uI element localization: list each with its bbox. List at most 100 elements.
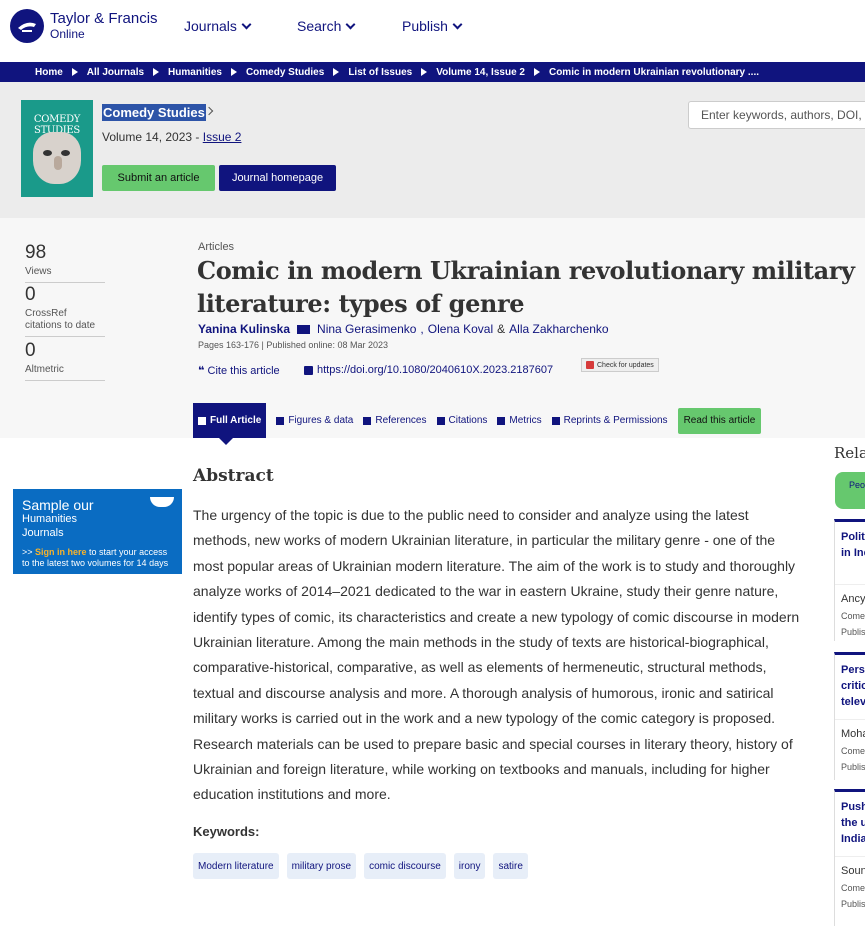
keyword-tag[interactable]: irony — [453, 853, 486, 879]
doi-link[interactable]: https://doi.org/10.1080/2040610X.2023.21… — [304, 364, 553, 376]
crumb-comedy-studies[interactable]: Comedy Studies — [246, 67, 324, 78]
keywords-heading: Keywords: — [193, 824, 260, 839]
active-tab-notch — [219, 438, 233, 445]
keyword-tag[interactable]: Modern literature — [193, 853, 279, 879]
tab-reprints[interactable]: Reprints & Permissions — [551, 415, 668, 426]
cite-article-link[interactable]: ❝ Cite this article — [198, 364, 280, 377]
crumb-home[interactable]: Home — [35, 67, 63, 78]
related-title: Push the u India — [835, 792, 865, 848]
triangle-right-icon — [421, 68, 428, 76]
triangle-right-icon — [533, 68, 540, 76]
search-input[interactable]: Enter keywords, authors, DOI, etc — [688, 101, 865, 129]
related-title-line: India — [841, 832, 865, 845]
quote-icon — [436, 416, 445, 425]
read-article-button[interactable]: Read this article — [677, 407, 762, 434]
tab-metrics[interactable]: Metrics — [497, 415, 542, 426]
related-article-card[interactable]: Push the u India Soun Come Publis — [834, 789, 865, 926]
crumb-issue[interactable]: Volume 14, Issue 2 — [436, 67, 525, 78]
people-also-read-tab[interactable]: Peo — [835, 472, 865, 509]
quote-icon: ❝ — [198, 365, 208, 377]
top-header: Taylor & Francis Online Journals Search … — [0, 0, 865, 62]
crumb-list-of-issues[interactable]: List of Issues — [348, 67, 412, 78]
crumb-humanities[interactable]: Humanities — [168, 67, 222, 78]
author-list: Yanina Kulinska Nina Gerasimenko, Olena … — [198, 322, 609, 336]
nav-journals[interactable]: Journals — [184, 18, 252, 34]
metric-value: 0 — [25, 340, 36, 361]
metric-label: CrossRef citations to date — [25, 308, 96, 331]
article-header: 98 Views 0 CrossRef citations to date 0 … — [0, 218, 865, 438]
tab-references[interactable]: References — [363, 415, 427, 426]
submit-article-button[interactable]: Submit an article — [102, 165, 215, 191]
triangle-right-icon — [153, 68, 160, 76]
journal-cover[interactable]: COMEDY STUDIES — [21, 100, 93, 197]
article-tabs: Full Article Figures & data References C… — [193, 403, 771, 438]
book-icon — [363, 416, 372, 425]
related-author: Moha — [835, 718, 865, 740]
metric-value: 0 — [25, 284, 36, 305]
author-separator: , — [420, 322, 424, 336]
print-icon — [551, 416, 560, 425]
tf-logo-icon — [10, 9, 44, 43]
related-meta-line: Publis — [841, 762, 865, 772]
related-author: Ancy — [835, 583, 865, 605]
metric-altmetric[interactable]: 0 Altmetric — [25, 340, 105, 381]
related-title-line: critic — [841, 679, 865, 692]
document-icon — [198, 416, 206, 425]
metric-label: Views — [25, 266, 52, 277]
tab-label: Full Article — [210, 415, 262, 426]
author-link[interactable]: Yanina Kulinska — [198, 322, 290, 336]
logo-line2: Online — [50, 26, 85, 41]
related-meta-line: Come — [841, 745, 865, 756]
metric-value: 98 — [25, 242, 47, 263]
tab-label: Reprints & Permissions — [563, 415, 668, 426]
journal-title-link[interactable]: Comedy Studies — [102, 104, 206, 121]
tab-full-article[interactable]: Full Article — [193, 403, 267, 438]
nav-search[interactable]: Search — [297, 18, 356, 34]
tf-logo[interactable]: Taylor & Francis Online — [10, 9, 158, 43]
keyword-tag[interactable]: comic discourse — [364, 853, 446, 879]
issue-link[interactable]: Issue 2 — [203, 130, 242, 144]
cover-eye — [61, 150, 70, 156]
related-title-line: the u — [841, 816, 865, 829]
cover-eye — [43, 150, 52, 156]
bar-chart-icon — [497, 416, 506, 425]
nav-publish[interactable]: Publish — [402, 18, 463, 34]
volume-text: Volume 14, 2023 - — [102, 130, 203, 144]
journal-homepage-button[interactable]: Journal homepage — [219, 165, 336, 191]
tab-figures[interactable]: Figures & data — [276, 415, 353, 426]
related-meta-line: Publis — [841, 627, 865, 638]
related-meta: Come Publis — [835, 877, 865, 912]
crossmark-icon — [586, 361, 594, 369]
promo-line3: Journals — [22, 526, 64, 539]
keyword-tag[interactable]: military prose — [286, 853, 357, 879]
keyword-tag[interactable]: satire — [493, 853, 528, 879]
author-link[interactable]: Alla Zakharchenko — [509, 322, 608, 336]
related-article-card[interactable]: Pers critic telev Moha Come Publis — [834, 652, 865, 780]
author-link[interactable]: Nina Gerasimenko — [317, 322, 416, 336]
envelope-icon[interactable] — [297, 324, 311, 334]
journal-volume: Volume 14, 2023 - Issue 2 — [102, 130, 241, 144]
metric-label: Altmetric — [25, 364, 64, 375]
doi-text: https://doi.org/10.1080/2040610X.2023.21… — [317, 364, 554, 376]
chevron-down-icon — [241, 19, 252, 29]
promo-signin-link[interactable]: Sign in here — [35, 547, 87, 557]
journal-header: COMEDY STUDIES Comedy Studies Volume 14,… — [0, 82, 865, 218]
external-link-icon — [304, 365, 313, 375]
logo-line1: Taylor & Francis — [50, 10, 158, 28]
metric-crossref[interactable]: 0 CrossRef citations to date — [25, 284, 105, 337]
cover-nose — [54, 156, 62, 170]
related-meta: Come Publis — [835, 605, 865, 640]
related-article-card[interactable]: Polit in Inc Ancy Come Publis — [834, 519, 865, 641]
chevron-down-icon — [345, 19, 356, 29]
triangle-right-icon — [230, 68, 237, 76]
related-author: Soun — [835, 855, 865, 877]
crumb-all-journals[interactable]: All Journals — [87, 67, 144, 78]
check-for-updates-button[interactable]: Check for updates — [581, 358, 659, 372]
related-meta-line: Publis — [841, 899, 865, 909]
triangle-right-icon — [333, 68, 340, 76]
sample-journals-promo[interactable]: Sample our Humanities Journals >> Sign i… — [13, 489, 182, 574]
author-link[interactable]: Olena Koval — [428, 322, 493, 336]
related-meta-line: Come — [841, 610, 865, 621]
article-meta: Pages 163-176 | Published online: 08 Mar… — [198, 340, 388, 350]
tab-citations[interactable]: Citations — [436, 415, 487, 426]
